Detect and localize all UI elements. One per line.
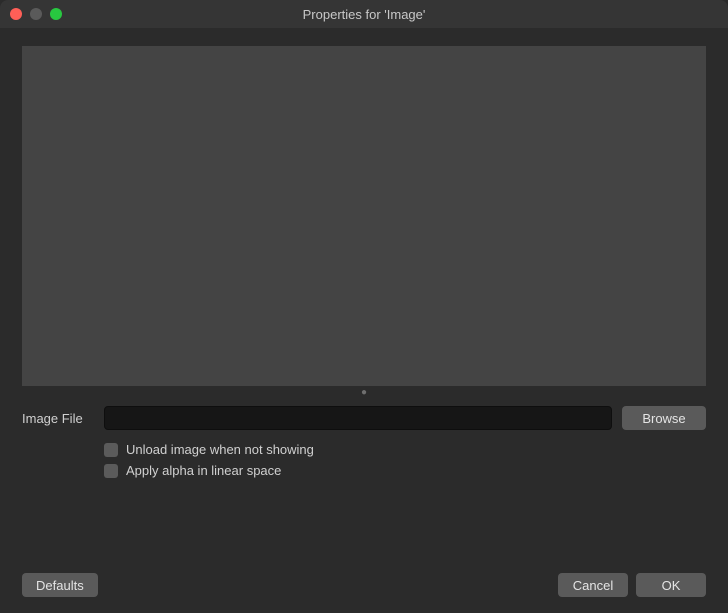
maximize-icon[interactable]: [50, 8, 62, 20]
resize-grip-icon[interactable]: ●: [22, 386, 706, 400]
defaults-button[interactable]: Defaults: [22, 573, 98, 597]
dialog-body: ● Image File Browse Unload image when no…: [0, 28, 728, 613]
unload-checkbox-label[interactable]: Unload image when not showing: [126, 442, 314, 457]
ok-button[interactable]: OK: [636, 573, 706, 597]
alpha-checkbox-row: Apply alpha in linear space: [104, 463, 706, 478]
button-bar: Defaults Cancel OK: [22, 573, 706, 597]
unload-checkbox-row: Unload image when not showing: [104, 442, 706, 457]
image-preview: [22, 46, 706, 386]
window-title: Properties for 'Image': [0, 7, 728, 22]
unload-checkbox[interactable]: [104, 443, 118, 457]
cancel-button[interactable]: Cancel: [558, 573, 628, 597]
image-file-input[interactable]: [104, 406, 612, 430]
browse-button[interactable]: Browse: [622, 406, 706, 430]
alpha-checkbox-label[interactable]: Apply alpha in linear space: [126, 463, 281, 478]
close-icon[interactable]: [10, 8, 22, 20]
window-controls: [0, 8, 62, 20]
titlebar: Properties for 'Image': [0, 0, 728, 28]
minimize-icon: [30, 8, 42, 20]
image-file-label: Image File: [22, 411, 94, 426]
spacer: [22, 478, 706, 573]
alpha-checkbox[interactable]: [104, 464, 118, 478]
image-file-row: Image File Browse: [22, 406, 706, 430]
